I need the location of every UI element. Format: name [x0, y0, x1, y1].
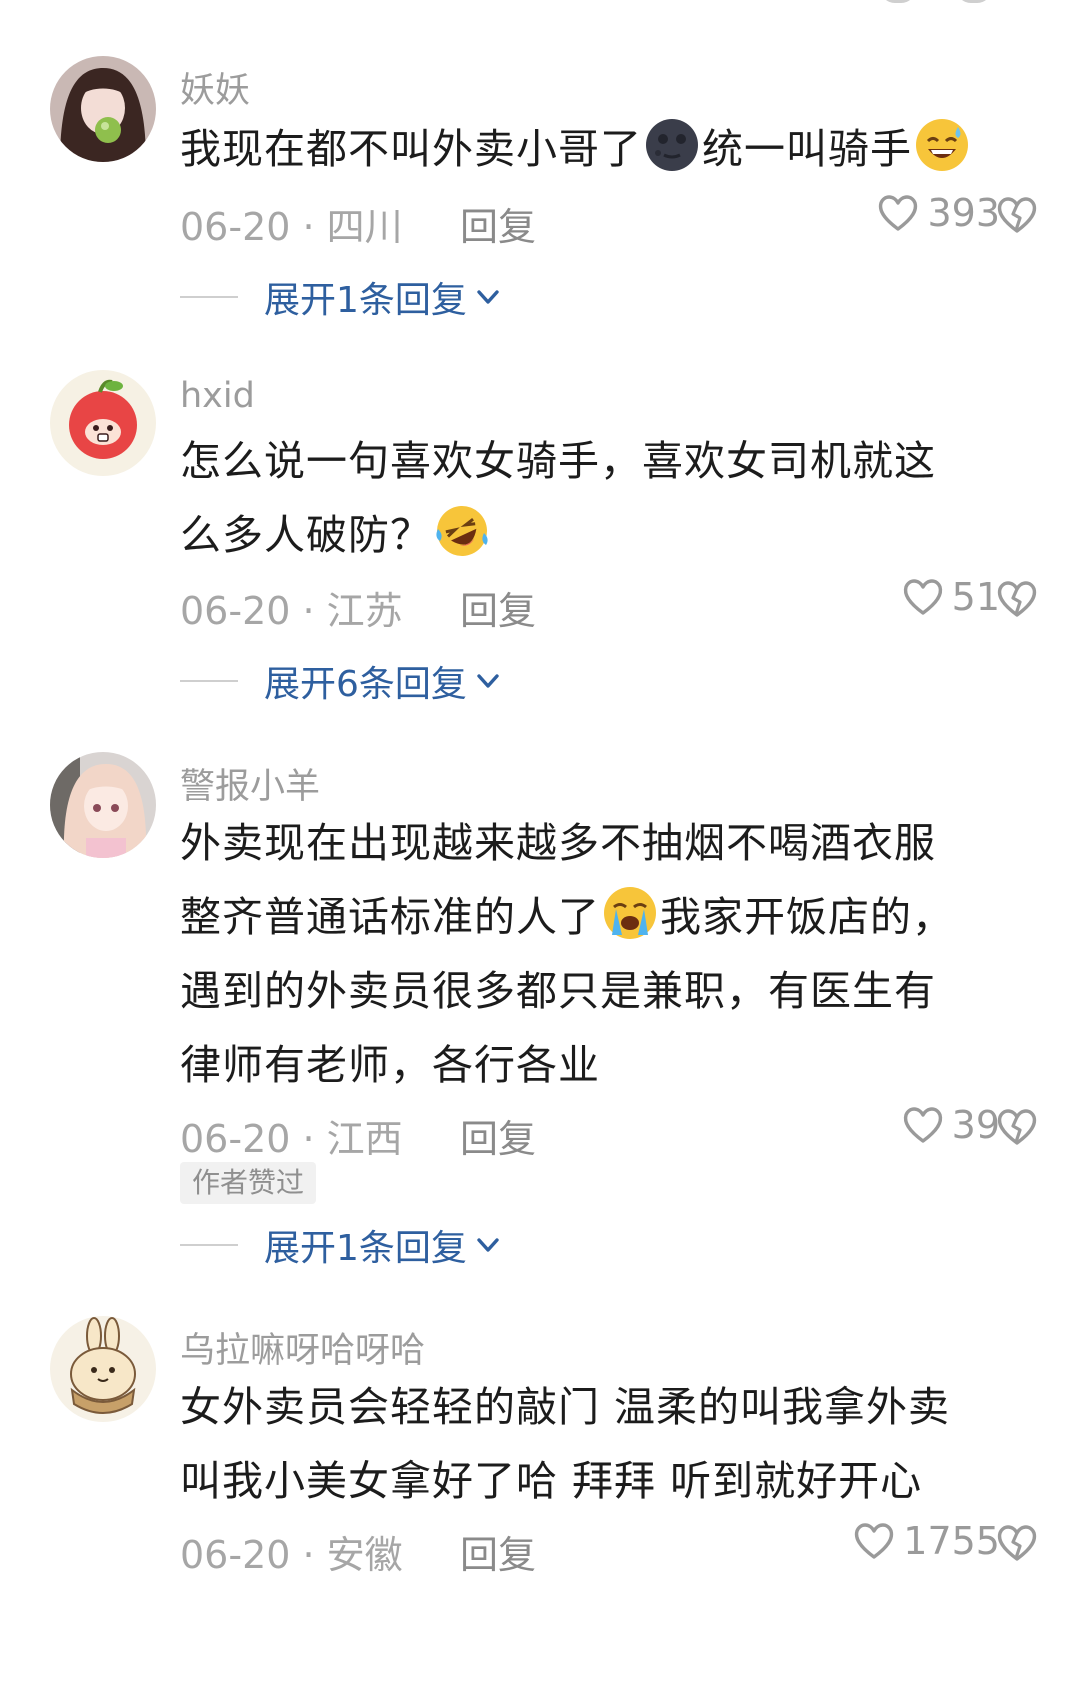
comment-text-line: 怎么说一句喜欢女骑手，喜欢女司机就这: [180, 437, 936, 485]
comment-text: 女外卖员会轻轻的敲门 温柔的叫我拿外卖 叫我小美女拿好了哈 拜拜 听到就好开心: [180, 1370, 1020, 1518]
expand-replies-button[interactable]: 展开1条回复: [180, 1220, 503, 1270]
comment-meta: 06-20 · 安徽 回复 1755: [180, 1518, 1040, 1577]
like-button[interactable]: 39: [900, 1102, 1000, 1148]
username[interactable]: 妖妖: [180, 62, 250, 113]
like-button[interactable]: 51: [900, 574, 1000, 620]
expand-replies-button[interactable]: 展开6条回复: [180, 656, 503, 706]
comment-text-line: 外卖现在出现越来越多不抽烟不喝酒衣服: [180, 819, 936, 867]
avatar[interactable]: [50, 752, 156, 858]
comment-text-line: 女外卖员会轻轻的敲门 温柔的叫我拿外卖: [180, 1383, 951, 1431]
heart-outline-icon: [900, 1102, 946, 1148]
heart-outline-icon: [851, 1518, 897, 1564]
heart-outline-icon: [875, 190, 921, 236]
date-location: 06-20 · 江苏: [180, 589, 403, 633]
comment-text-line: 遇到的外卖员很多都只是兼职，有医生有: [180, 967, 936, 1015]
comment-meta: 06-20 · 江苏 回复 51: [180, 574, 1040, 633]
broken-heart-icon[interactable]: [994, 192, 1040, 238]
comment-text-segment: 我家开饭店的，: [660, 893, 954, 941]
comment-text-line: 律师有老师，各行各业: [180, 1041, 600, 1089]
date-location: 06-20 · 四川: [180, 205, 403, 249]
comment-meta: 06-20 · 江西 回复 39: [180, 1102, 1040, 1161]
chevron-down-icon: [473, 282, 503, 312]
author-liked-badge: 作者赞过: [180, 1162, 317, 1204]
like-count: 39: [951, 1103, 1000, 1147]
reply-button[interactable]: 回复: [460, 1108, 536, 1163]
expand-replies-label: 展开1条回复: [264, 280, 467, 321]
reply-button[interactable]: 回复: [460, 580, 536, 635]
username[interactable]: hxid: [180, 376, 255, 416]
comment-text: 怎么说一句喜欢女骑手，喜欢女司机就这 么多人破防？: [180, 424, 1020, 572]
crying-face-emoji: [602, 885, 658, 941]
broken-heart-icon[interactable]: [994, 576, 1040, 622]
like-button[interactable]: 1755: [851, 1518, 1000, 1564]
dark-moon-face-emoji: [644, 117, 700, 173]
broken-heart-icon[interactable]: [994, 1520, 1040, 1566]
expand-replies-button[interactable]: 展开1条回复: [180, 272, 503, 322]
like-count: 51: [951, 575, 1000, 619]
avatar[interactable]: [50, 370, 156, 476]
expand-replies-label: 展开1条回复: [264, 1228, 467, 1269]
scrolled-off-icons: [840, 0, 1020, 4]
username[interactable]: 警报小羊: [180, 758, 320, 809]
heart-outline-icon: [900, 574, 946, 620]
divider: [180, 296, 238, 298]
like-count: 393: [927, 191, 1000, 235]
broken-heart-icon[interactable]: [994, 1104, 1040, 1150]
chevron-down-icon: [473, 666, 503, 696]
date-location: 06-20 · 江西: [180, 1117, 403, 1161]
like-button[interactable]: 393: [875, 190, 1000, 236]
comment-text-segment: 我现在都不叫外卖小哥了: [180, 125, 642, 173]
comment-text-segment: 统一叫骑手: [702, 125, 912, 173]
avatar[interactable]: [50, 1316, 156, 1422]
rolling-laughing-emoji: [434, 503, 490, 559]
expand-replies-label: 展开6条回复: [264, 664, 467, 705]
comment-meta: 06-20 · 四川 回复 393: [180, 190, 1040, 249]
username[interactable]: 乌拉嘛呀哈呀哈: [180, 1322, 425, 1373]
comment-text-segment: 么多人破防？: [180, 511, 432, 559]
reply-button[interactable]: 回复: [460, 1524, 536, 1579]
comment-text: 我现在都不叫外卖小哥了 统一叫骑手: [180, 112, 1020, 186]
comment-text-line: 叫我小美女拿好了哈 拜拜 听到就好开心: [180, 1457, 923, 1505]
comment-text: 外卖现在出现越来越多不抽烟不喝酒衣服 整齐普通话标准的人了 我家开饭店的， 遇到的…: [180, 806, 1020, 1102]
comment-text-segment: 整齐普通话标准的人了: [180, 893, 600, 941]
chevron-down-icon: [473, 1230, 503, 1260]
avatar[interactable]: [50, 56, 156, 162]
divider: [180, 680, 238, 682]
reply-button[interactable]: 回复: [460, 196, 536, 251]
date-location: 06-20 · 安徽: [180, 1533, 403, 1577]
like-count: 1755: [903, 1519, 1000, 1563]
grinning-sweat-emoji: [914, 117, 970, 173]
divider: [180, 1244, 238, 1246]
